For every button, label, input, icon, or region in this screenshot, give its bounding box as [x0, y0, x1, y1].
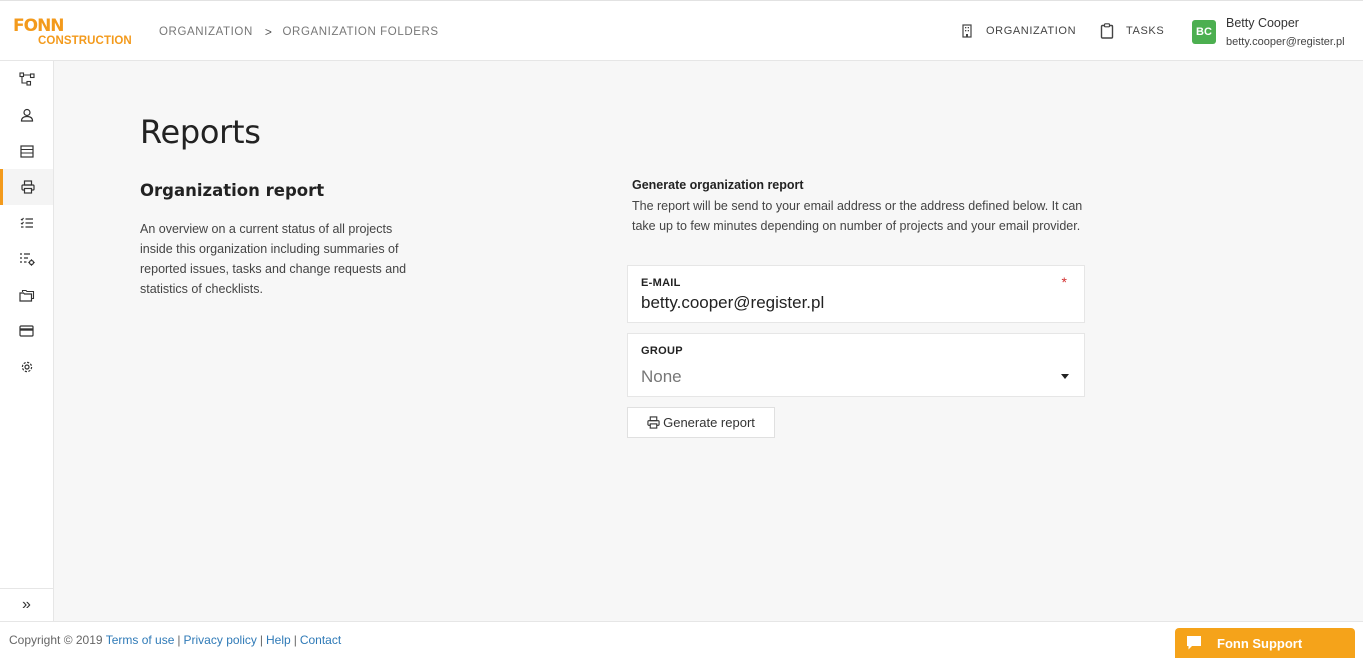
fonn-logo[interactable]: FONN CONSTRUCTION [13, 17, 133, 49]
breadcrumb-organization-folders[interactable]: ORGANIZATION FOLDERS [283, 26, 439, 38]
section-description: An overview on a current status of all p… [140, 222, 407, 296]
section-title: Organization report [140, 181, 325, 200]
printer-icon [21, 180, 35, 194]
avatar[interactable]: BC [1192, 20, 1216, 44]
footer-link-help[interactable]: Help [266, 633, 291, 647]
page-title: Reports [140, 113, 261, 151]
breadcrumb: ORGANIZATION > ORGANIZATION FOLDERS [159, 25, 439, 39]
footer-text: Copyright © 2019 Terms of use | Privacy po… [9, 633, 342, 647]
sidebar-item-users[interactable] [0, 97, 53, 133]
footer-link-privacy[interactable]: Privacy policy [184, 633, 257, 647]
printer-icon [647, 416, 660, 429]
breadcrumb-separator: > [264, 25, 273, 39]
nav-tasks[interactable]: TASKS [1100, 1, 1164, 61]
sidebar-expand-button[interactable]: » [0, 588, 53, 621]
sidebar-item-checklist-settings[interactable] [0, 241, 53, 277]
generate-report-button[interactable]: Generate report [627, 407, 775, 438]
nav-organization-label: ORGANIZATION [986, 25, 1077, 37]
group-selected-value[interactable]: None [641, 367, 682, 387]
footer: Copyright © 2019 Terms of use | Privacy po… [0, 621, 1363, 658]
nav-tasks-label: TASKS [1126, 25, 1165, 37]
email-field[interactable]: E-MAIL * betty.cooper@register.pl [627, 265, 1085, 323]
form-description: The report will be send to your email ad… [632, 199, 1083, 233]
email-field-label: E-MAIL [641, 277, 681, 289]
form-title: Generate organization report [632, 178, 804, 192]
logo-wordmark: FONN [13, 16, 65, 36]
user-email: betty.cooper@register.pl [1226, 36, 1345, 48]
breadcrumb-organization[interactable]: ORGANIZATION [159, 26, 253, 38]
checklist-icon [20, 217, 33, 228]
copyright-text: Copyright © 2019 [9, 633, 103, 647]
sidebar: » [0, 61, 54, 621]
caret-down-icon[interactable] [1061, 374, 1069, 379]
sidebar-item-hierarchy[interactable] [0, 61, 53, 97]
sidebar-item-settings[interactable] [0, 349, 53, 385]
user-icon [20, 108, 33, 122]
logo-subtitle: CONSTRUCTION [38, 35, 132, 47]
sidebar-item-table[interactable] [0, 133, 53, 169]
user-name[interactable]: Betty Cooper [1226, 16, 1299, 30]
folders-icon [18, 289, 34, 302]
clipboard-icon [1100, 23, 1114, 39]
support-label: Fonn Support [1217, 635, 1303, 651]
required-marker: * [1061, 274, 1067, 290]
sidebar-item-checklists[interactable] [0, 205, 53, 241]
generate-report-label: Generate report [663, 415, 755, 430]
sidebar-item-reports[interactable] [0, 169, 53, 205]
support-chat-button[interactable]: Fonn Support [1175, 628, 1355, 658]
group-select[interactable]: GROUP None [627, 333, 1085, 397]
building-icon [962, 24, 972, 38]
top-header: FONN CONSTRUCTION ORGANIZATION > ORGANIZ… [0, 0, 1363, 61]
chat-bubble-icon [1187, 636, 1201, 650]
nav-organization[interactable]: ORGANIZATION [960, 1, 1076, 61]
sidebar-item-billing[interactable] [0, 313, 53, 349]
hierarchy-icon [18, 72, 35, 86]
email-input[interactable]: betty.cooper@register.pl [641, 293, 824, 313]
sidebar-item-folders[interactable] [0, 277, 53, 313]
group-field-label: GROUP [641, 345, 683, 357]
table-icon [19, 144, 34, 158]
checklist-settings-icon [19, 253, 35, 266]
credit-card-icon [19, 325, 34, 337]
footer-link-contact[interactable]: Contact [300, 633, 341, 647]
gear-icon [21, 361, 32, 373]
footer-link-terms[interactable]: Terms of use [106, 633, 175, 647]
